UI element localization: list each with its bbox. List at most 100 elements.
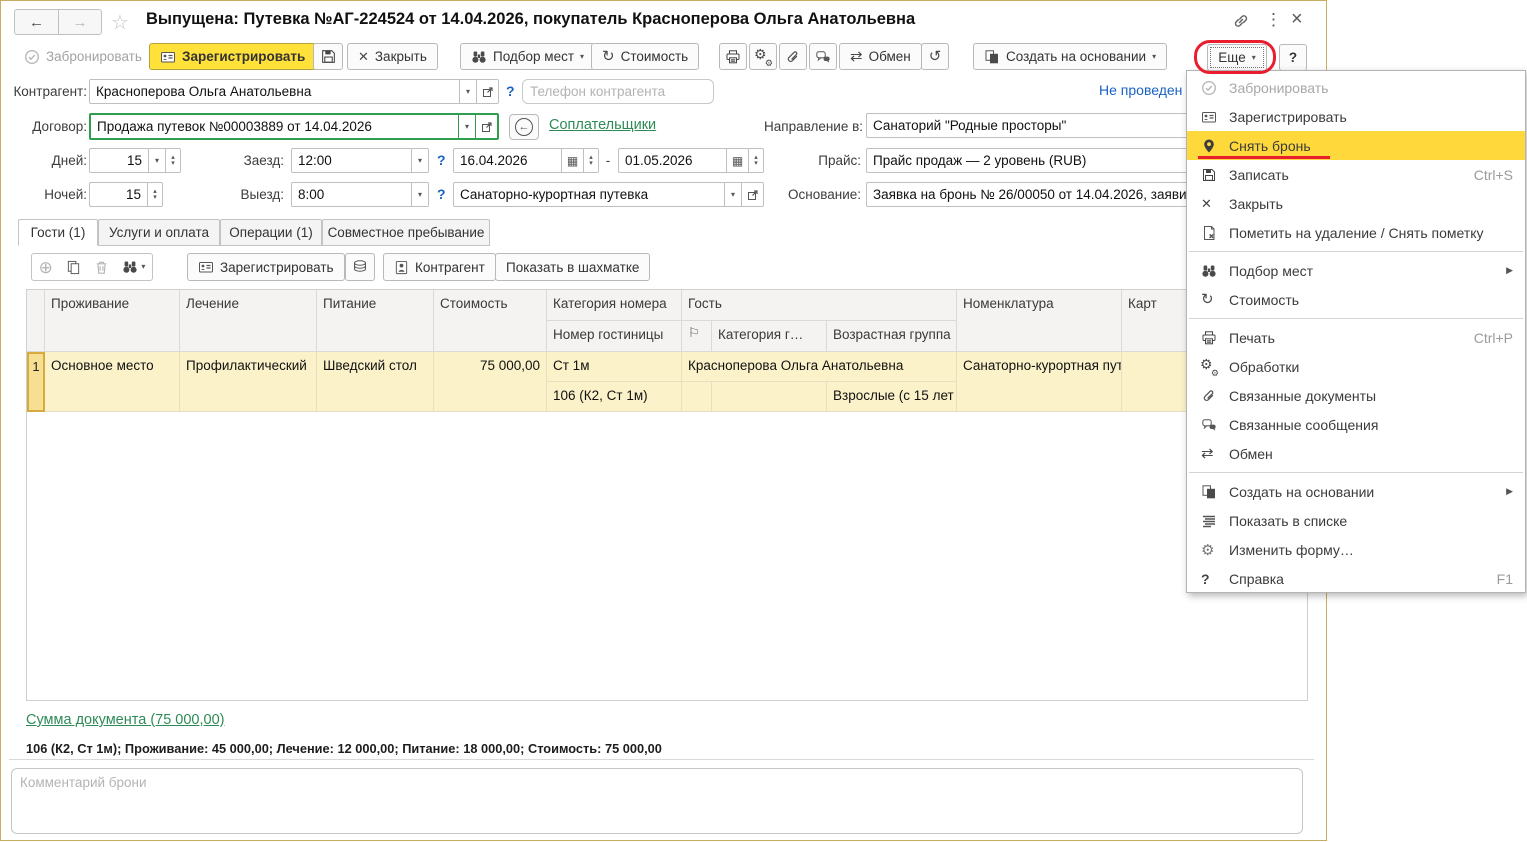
favorite-star-icon[interactable]: ☆: [111, 10, 129, 35]
dropdown-button[interactable]: ▾: [724, 183, 741, 206]
column-header-age-group[interactable]: Возрастная группа: [827, 321, 957, 352]
cell-guest-name[interactable]: Красноперова Ольга Анатольевна: [682, 352, 957, 382]
contractor-help-icon[interactable]: ?: [506, 79, 515, 104]
dropdown-button[interactable]: ▾: [148, 149, 165, 172]
column-header-cost[interactable]: Стоимость: [434, 290, 547, 352]
add-row-icon[interactable]: ⊕: [39, 259, 53, 276]
processing-button[interactable]: ⚙⚙: [749, 43, 777, 70]
booking-comment-input[interactable]: [11, 768, 1303, 834]
calendar-button[interactable]: ▦: [561, 149, 583, 172]
spinner[interactable]: ▴▾: [583, 149, 598, 172]
show-in-chessboard-button[interactable]: Показать в шахматке: [495, 253, 650, 281]
tab-guests[interactable]: Гости (1): [18, 219, 98, 246]
save-button[interactable]: [313, 43, 343, 70]
cell-treatment[interactable]: Профилактический: [180, 352, 317, 412]
not-posted-status[interactable]: Не проведен: [1099, 82, 1182, 98]
open-button[interactable]: [741, 183, 763, 206]
contractor-field[interactable]: Красноперова Ольга Анатольевна ▾: [89, 79, 499, 104]
book-button[interactable]: Забронировать: [13, 43, 153, 70]
row-number-cell[interactable]: 1: [27, 352, 45, 412]
open-button[interactable]: [476, 80, 498, 103]
cell-guest-category[interactable]: [712, 382, 827, 412]
cell-residence[interactable]: Основное место: [45, 352, 180, 412]
cell-flag[interactable]: [682, 382, 712, 412]
checkout-time-field[interactable]: 8:00 ▾: [291, 182, 429, 207]
forward-button[interactable]: →: [58, 10, 101, 34]
help-button[interactable]: ?: [1279, 44, 1307, 71]
back-to-previous-button[interactable]: ←: [509, 114, 539, 140]
column-header-nomenclature[interactable]: Номенклатура: [957, 290, 1122, 352]
seat-selection-button[interactable]: Подбор мест ▾: [460, 43, 595, 70]
date-to-field[interactable]: 01.05.2026 ▦ ▴▾: [618, 148, 764, 173]
column-header-meals[interactable]: Питание: [317, 290, 434, 352]
column-header-guest-category[interactable]: Категория г…: [712, 321, 827, 352]
menu-item-register[interactable]: Зарегистрировать: [1187, 102, 1525, 131]
checkin-time-field[interactable]: 12:00 ▾: [291, 148, 429, 173]
link-icon[interactable]: [1232, 12, 1250, 30]
menu-item-cost[interactable]: ↻ Стоимость: [1187, 285, 1525, 314]
menu-item-close[interactable]: ✕ Закрыть: [1187, 189, 1525, 218]
cell-age-group[interactable]: Взрослые (с 15 лет …: [827, 382, 957, 412]
tab-operations[interactable]: Операции (1): [220, 219, 322, 246]
dropdown-button[interactable]: ▾: [411, 183, 428, 206]
exchange-button[interactable]: ⇄ Обмен: [839, 43, 922, 70]
column-header-guest[interactable]: Гость: [682, 290, 957, 321]
column-header-residence[interactable]: Проживание: [45, 290, 180, 352]
close-document-button[interactable]: ✕ Закрыть: [347, 43, 438, 70]
dropdown-button[interactable]: ▾: [458, 115, 475, 138]
dropdown-button[interactable]: ▾: [411, 149, 428, 172]
menu-item-create-based-on[interactable]: Создать на основании ▶: [1187, 477, 1525, 506]
copy-row-icon[interactable]: [66, 260, 81, 275]
print-button[interactable]: [719, 43, 747, 70]
menu-item-related-documents[interactable]: Связанные документы: [1187, 381, 1525, 410]
tariffs-button[interactable]: [345, 253, 375, 281]
more-dots-icon[interactable]: ⋮: [1265, 10, 1282, 30]
contractor-phone-input[interactable]: [522, 79, 714, 104]
menu-item-mark-deletion[interactable]: Пометить на удаление / Снять пометку: [1187, 218, 1525, 247]
menu-item-seat-selection[interactable]: Подбор мест ▶: [1187, 256, 1525, 285]
menu-item-save[interactable]: Записать Ctrl+S: [1187, 160, 1525, 189]
cell-cost[interactable]: 75 000,00: [434, 352, 547, 412]
register-button[interactable]: Зарегистрировать: [149, 43, 316, 70]
column-header-treatment[interactable]: Лечение: [180, 290, 317, 352]
menu-item-exchange[interactable]: ⇄ Обмен: [1187, 439, 1525, 468]
days-field[interactable]: 15 ▾ ▴▾: [89, 148, 181, 173]
column-header-rownum[interactable]: [27, 290, 45, 352]
cost-button[interactable]: ↻ Стоимость: [591, 43, 699, 70]
close-icon[interactable]: ×: [1291, 8, 1303, 31]
menu-item-help[interactable]: ? Справка F1: [1187, 564, 1525, 593]
history-button[interactable]: ↺: [921, 43, 949, 70]
spinner[interactable]: ▴▾: [147, 183, 162, 206]
document-sum-link[interactable]: Сумма документа (75 000,00): [26, 712, 224, 728]
related-documents-button[interactable]: [779, 43, 807, 70]
contract-field[interactable]: Продажа путевок №00003889 от 14.04.2026 …: [89, 113, 499, 140]
voucher-type-field[interactable]: Санаторно-курортная путевка ▾: [453, 182, 764, 207]
voucher-help-icon[interactable]: ?: [437, 182, 446, 207]
cell-nomenclature[interactable]: Санаторно-курортная путевка: [957, 352, 1122, 412]
spinner[interactable]: ▴▾: [165, 149, 180, 172]
grid-register-button[interactable]: Зарегистрировать: [187, 253, 345, 281]
cell-meals[interactable]: Шведский стол: [317, 352, 434, 412]
menu-item-book[interactable]: Забронировать: [1187, 73, 1525, 102]
related-messages-button[interactable]: [809, 43, 837, 70]
grid-contractor-button[interactable]: Контрагент: [383, 253, 496, 281]
find-seats-icon-button[interactable]: ▾: [122, 259, 145, 275]
spinner[interactable]: ▴▾: [748, 149, 763, 172]
menu-item-change-form[interactable]: ⚙ Изменить форму…: [1187, 535, 1525, 564]
create-based-on-button[interactable]: Создать на основании ▾: [973, 43, 1167, 70]
calendar-button[interactable]: ▦: [726, 149, 748, 172]
dropdown-button[interactable]: ▾: [459, 80, 476, 103]
open-button[interactable]: [475, 115, 497, 138]
cell-room-category[interactable]: Ст 1м: [547, 352, 682, 382]
menu-item-processing[interactable]: ⚙⚙ Обработки: [1187, 352, 1525, 381]
column-header-flag[interactable]: ⚐: [682, 321, 712, 352]
dates-help-icon[interactable]: ?: [437, 148, 446, 173]
nights-field[interactable]: 15 ▴▾: [89, 182, 163, 207]
cell-hotel-room[interactable]: 106 (К2, Ст 1м): [547, 382, 682, 412]
tab-services-payment[interactable]: Услуги и оплата: [98, 219, 220, 246]
column-header-hotel-room[interactable]: Номер гостиницы: [547, 321, 682, 352]
date-from-field[interactable]: 16.04.2026 ▦ ▴▾: [453, 148, 599, 173]
menu-item-related-messages[interactable]: Связанные сообщения: [1187, 410, 1525, 439]
copayers-link[interactable]: Соплательщики: [549, 117, 656, 133]
delete-row-icon[interactable]: [94, 260, 109, 275]
